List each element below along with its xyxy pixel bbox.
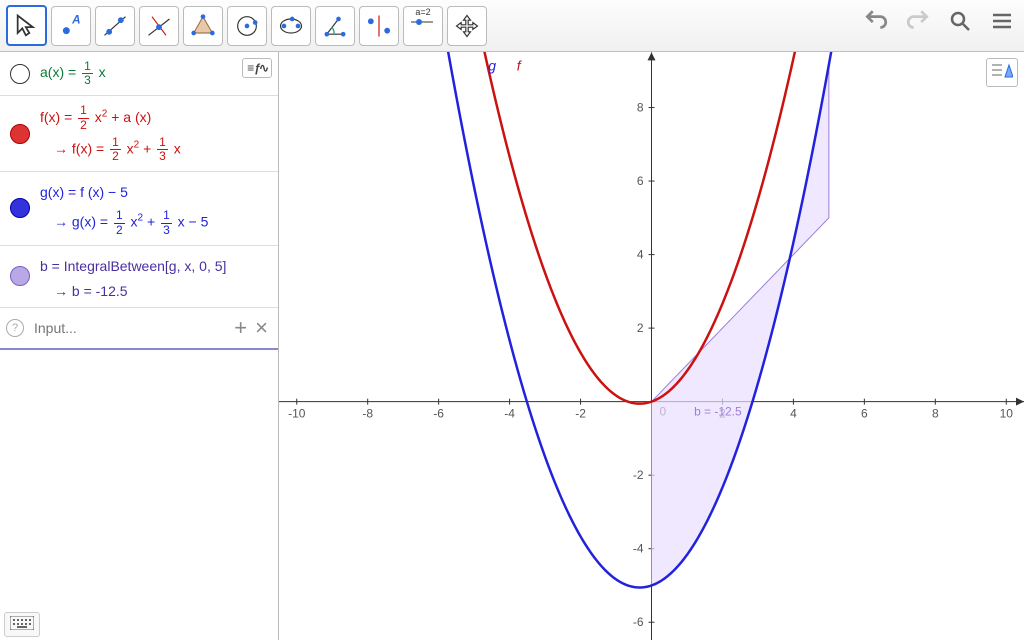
graphics-view[interactable]: -10-8-6-4-22468100-6-4-22468gfb = -12.5 [279, 52, 1024, 640]
visibility-toggle-b[interactable] [10, 266, 30, 286]
tool-reflect[interactable] [359, 6, 399, 46]
undo-button[interactable] [862, 7, 890, 35]
visibility-toggle-f[interactable] [10, 124, 30, 144]
svg-text:4: 4 [637, 248, 644, 262]
algebra-row-b[interactable]: b = IntegralBetween[g, x, 0, 5] → b = -1… [0, 246, 278, 308]
visibility-toggle-a[interactable] [10, 64, 30, 84]
tool-perpendicular[interactable] [139, 6, 179, 46]
algebra-row-a[interactable]: a(x) = 13 x [0, 52, 278, 96]
graphics-style-button[interactable] [986, 58, 1018, 87]
svg-text:f: f [517, 57, 523, 73]
clear-button[interactable]: × [251, 315, 272, 341]
svg-text:-4: -4 [504, 407, 515, 421]
svg-text:4: 4 [790, 407, 797, 421]
add-button[interactable]: + [230, 315, 251, 341]
svg-text:2: 2 [637, 321, 644, 335]
tool-polygon[interactable] [183, 6, 223, 46]
toolbar: A a=2 [0, 0, 1024, 52]
tool-ellipse[interactable] [271, 6, 311, 46]
svg-text:b = -12.5: b = -12.5 [694, 404, 742, 418]
svg-text:g: g [488, 57, 496, 73]
redo-button[interactable] [904, 7, 932, 35]
tool-point[interactable]: A [51, 6, 91, 46]
svg-text:-8: -8 [362, 407, 373, 421]
algebra-input[interactable] [32, 319, 230, 337]
algebra-row-g[interactable]: g(x) = f (x) − 5 → g(x) = 12 x2 + 13 x −… [0, 172, 278, 246]
search-button[interactable] [946, 7, 974, 35]
style-icon [991, 61, 1013, 79]
input-row: ? + × [0, 308, 278, 350]
tool-move-view[interactable] [447, 6, 487, 46]
keyboard-icon [10, 616, 34, 630]
slider-text: a=2 [415, 7, 430, 17]
svg-text:6: 6 [861, 407, 868, 421]
visibility-toggle-g[interactable] [10, 198, 30, 218]
svg-text:-6: -6 [633, 615, 644, 629]
tool-circle[interactable] [227, 6, 267, 46]
svg-text:6: 6 [637, 174, 644, 188]
svg-text:A: A [71, 13, 80, 26]
plot-canvas[interactable]: -10-8-6-4-22468100-6-4-22468gfb = -12.5 [279, 52, 1024, 640]
tool-slider[interactable]: a=2 [403, 6, 443, 46]
tool-angle[interactable] [315, 6, 355, 46]
svg-text:8: 8 [932, 407, 939, 421]
help-icon[interactable]: ? [6, 319, 24, 337]
keyboard-button[interactable] [4, 612, 40, 637]
svg-text:8: 8 [637, 101, 644, 115]
a-lhs: a(x) = [40, 64, 80, 80]
svg-text:-4: -4 [633, 542, 644, 556]
svg-text:-2: -2 [633, 468, 644, 482]
svg-text:10: 10 [1000, 407, 1014, 421]
svg-text:-10: -10 [288, 407, 306, 421]
algebra-panel: ≡ƒ∿ a(x) = 13 x f(x) = 12 x2 + a (x) → f… [0, 52, 279, 640]
menu-button[interactable] [988, 7, 1016, 35]
tool-move[interactable] [6, 5, 47, 46]
algebra-row-f[interactable]: f(x) = 12 x2 + a (x) → f(x) = 12 x2 + 13… [0, 96, 278, 172]
svg-text:-6: -6 [433, 407, 444, 421]
tool-line[interactable] [95, 6, 135, 46]
svg-text:-2: -2 [575, 407, 586, 421]
